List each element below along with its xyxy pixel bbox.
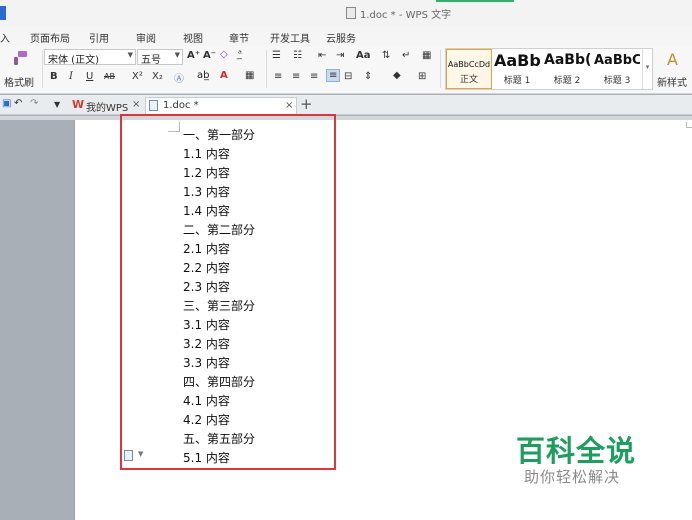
font-size-select[interactable]: 五号 ▼ <box>137 49 183 66</box>
font-name-value: 宋体 (正文) <box>48 55 99 66</box>
subscript-icon[interactable]: X₂ <box>152 71 163 82</box>
menu-page-layout[interactable]: 页面布局 <box>30 30 70 45</box>
bullet-list-icon[interactable]: ☰ <box>272 50 281 61</box>
chevron-down-icon[interactable]: ▼ <box>138 450 143 458</box>
strikethrough-icon[interactable]: AB <box>104 72 115 81</box>
style-label: 标题 3 <box>603 76 631 86</box>
text-effect-icon[interactable]: Ⓐ <box>174 70 184 85</box>
style-normal[interactable]: AaBbCcDd 正文 <box>446 49 492 89</box>
quick-access-dropdown-icon[interactable]: ▼ <box>54 100 60 109</box>
borders-icon[interactable]: ⊞ <box>418 71 426 82</box>
save-icon[interactable]: ▣ <box>2 98 11 109</box>
format-painter-label: 格式刷 <box>4 78 34 89</box>
sort-icon[interactable]: ⇅ <box>382 50 390 61</box>
style-preview: AaBb( <box>544 52 590 68</box>
font-name-select[interactable]: 宋体 (正文) ▼ <box>44 49 136 66</box>
document-tab-bar: ▣ ↶ ↷ ▼ W 我的WPS × 1.doc * × + <box>0 95 692 115</box>
redo-icon[interactable]: ↷ <box>30 98 38 109</box>
table-icon[interactable]: ▦ <box>422 50 431 61</box>
pinyin-guide-icon[interactable]: ᵃ̲ <box>238 49 242 60</box>
title-accent <box>436 0 514 2</box>
menu-insert[interactable]: 入 <box>0 30 10 45</box>
align-left-icon[interactable]: ≡ <box>274 71 282 82</box>
shrink-font-icon[interactable]: A⁻ <box>203 50 216 61</box>
style-heading-2[interactable]: AaBb( 标题 2 <box>544 49 590 89</box>
new-style-button[interactable]: A 新样式 <box>655 48 692 90</box>
document-icon <box>346 7 356 19</box>
format-painter-button[interactable]: 格式刷 <box>2 48 40 89</box>
font-size-value: 五号 <box>141 55 161 66</box>
align-right-icon[interactable]: ≡ <box>310 71 318 82</box>
watermark-subtitle: 助你轻松解决 <box>524 468 621 486</box>
title-bar: 1.doc * - WPS 文字 <box>0 0 692 26</box>
new-style-label: 新样式 <box>657 78 687 89</box>
menu-developer[interactable]: 开发工具 <box>270 30 310 45</box>
highlight-icon[interactable]: ab̲ <box>197 70 209 81</box>
new-style-icon: A <box>667 50 678 69</box>
selection-highlight-box <box>120 114 336 470</box>
tab-label: 1.doc * <box>163 100 199 111</box>
close-icon[interactable]: × <box>132 99 140 110</box>
line-spacing-icon[interactable]: ⇕ <box>364 71 372 82</box>
new-tab-button[interactable]: + <box>300 95 313 113</box>
tab-my-wps[interactable]: W 我的WPS × <box>68 97 144 115</box>
paste-options-icon[interactable] <box>124 450 133 461</box>
watermark-title: 百科全说 <box>516 434 637 468</box>
decrease-indent-icon[interactable]: ⇤ <box>318 50 326 61</box>
menu-cloud-services[interactable]: 云服务 <box>326 30 356 45</box>
grow-font-icon[interactable]: A⁺ <box>187 50 200 61</box>
menu-bar: 入 页面布局 引用 审阅 视图 章节 开发工具 云服务 <box>0 26 692 46</box>
superscript-icon[interactable]: X² <box>132 71 143 82</box>
menu-view[interactable]: 视图 <box>183 30 203 45</box>
brush-icon <box>14 51 27 65</box>
margin-corner-mark <box>686 122 692 128</box>
numbered-list-icon[interactable]: ☷ <box>293 50 302 61</box>
align-center-icon[interactable]: ≡ <box>292 71 300 82</box>
style-label: 标题 2 <box>553 76 581 86</box>
underline-icon[interactable]: U <box>86 71 93 82</box>
wps-logo-icon: W <box>72 98 85 111</box>
paragraph-shading-icon[interactable]: ◆ <box>393 70 401 81</box>
close-icon[interactable]: × <box>285 100 293 111</box>
change-case-icon[interactable]: Aa <box>356 50 371 61</box>
tab-label: 我的WPS <box>86 103 129 114</box>
menu-sections[interactable]: 章节 <box>229 30 249 45</box>
styles-scroll[interactable]: ▾ <box>642 49 652 89</box>
char-shading-icon[interactable]: ▦ <box>245 70 254 81</box>
show-marks-icon[interactable]: ↵ <box>402 50 410 61</box>
font-color-icon[interactable]: A <box>220 70 228 81</box>
increase-indent-icon[interactable]: ⇥ <box>336 50 344 61</box>
ribbon: 格式刷 宋体 (正文) ▼ 五号 ▼ A⁺ A⁻ ◇ ᵃ̲ B I U AB X… <box>0 46 692 94</box>
tab-1-doc[interactable]: 1.doc * × <box>145 97 297 115</box>
menu-references[interactable]: 引用 <box>89 30 109 45</box>
doc-file-icon <box>149 100 158 111</box>
clear-format-icon[interactable]: ◇ <box>220 49 228 60</box>
style-label: 正文 <box>459 75 478 85</box>
style-label: 标题 1 <box>503 76 531 86</box>
chevron-down-icon: ▼ <box>174 51 180 59</box>
style-heading-1[interactable]: AaBb 标题 1 <box>494 49 540 89</box>
align-justify-icon[interactable]: ≡ <box>326 69 341 82</box>
chevron-down-icon: ▼ <box>127 51 133 59</box>
style-heading-3[interactable]: AaBbC 标题 3 <box>594 49 640 89</box>
menu-review[interactable]: 审阅 <box>136 30 156 45</box>
italic-icon[interactable]: I <box>69 71 73 82</box>
undo-icon[interactable]: ↶ <box>14 98 22 109</box>
bold-icon[interactable]: B <box>50 71 58 82</box>
style-preview: AaBbC <box>594 53 640 68</box>
app-menu-button[interactable] <box>0 6 6 20</box>
style-preview: AaBb <box>494 51 540 70</box>
styles-gallery: AaBbCcDd 正文 AaBb 标题 1 AaBb( 标题 2 AaBbC 标… <box>445 48 653 90</box>
distribute-icon[interactable]: ⊟ <box>344 71 352 82</box>
style-preview: AaBbCcDd <box>447 60 491 69</box>
left-gutter <box>0 120 74 520</box>
window-title: 1.doc * - WPS 文字 <box>360 10 452 21</box>
